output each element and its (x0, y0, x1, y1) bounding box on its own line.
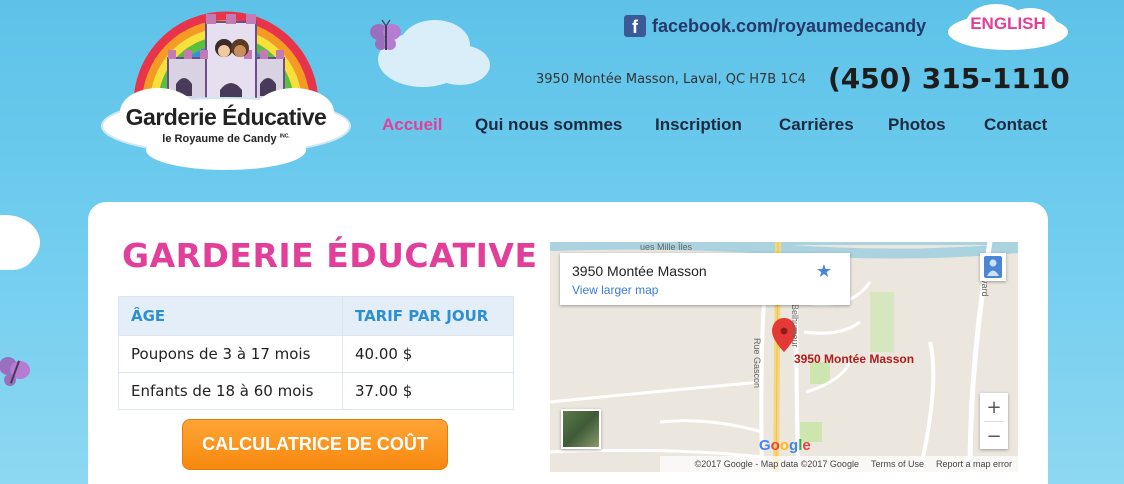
nav-item-accueil[interactable]: Accueil (382, 115, 442, 135)
nav-item-contact[interactable]: Contact (984, 115, 1047, 135)
site-logo[interactable]: Garderie Éducative le Royaume de Candy I… (98, 4, 354, 172)
nav-item-carrieres[interactable]: Carrières (779, 115, 854, 135)
logo-title: Garderie Éducative (125, 104, 327, 130)
street-label: Belhumeur (790, 304, 800, 348)
google-logo: Google (759, 437, 811, 454)
butterfly-icon (370, 19, 401, 50)
street-label: ues Mille Îles (640, 242, 693, 252)
facebook-link[interactable]: f facebook.com/royaumedecandy (624, 15, 926, 37)
embedded-map[interactable]: ues Mille Îles oulevard Rue Gascon Belhu… (550, 242, 1018, 472)
zoom-control: + − (980, 393, 1008, 449)
table-cell: 40.00 $ (342, 335, 514, 373)
street-label: Rue Gascon (752, 338, 762, 389)
zoom-in-button[interactable]: + (980, 393, 1008, 421)
map-pin-label: 3950 Montée Masson (794, 352, 915, 366)
star-icon[interactable]: ★ (816, 261, 832, 282)
table-header-row: ÂGE TARIF PAR JOUR (118, 296, 514, 336)
map-terms-link[interactable]: Terms of Use (871, 459, 924, 469)
zoom-out-button[interactable]: − (980, 422, 1008, 450)
map-info-address: 3950 Montée Masson (572, 263, 707, 279)
view-larger-map-link[interactable]: View larger map (572, 283, 658, 297)
map-info-card: 3950 Montée Masson View larger map ★ (560, 253, 850, 305)
table-row: Enfants de 18 à 60 mois 37.00 $ (118, 372, 514, 410)
nav-item-photos[interactable]: Photos (888, 115, 946, 135)
map-attribution: ©2017 Google - Map data ©2017 Google (694, 459, 859, 469)
column-header-tarif: TARIF PAR JOUR (342, 296, 514, 336)
logo-subtitle: le Royaume de Candy INC. (162, 133, 290, 145)
page-heading: GARDERIE ÉDUCATIVE (122, 236, 538, 275)
map-report-link[interactable]: Report a map error (936, 459, 1012, 469)
nav-item-inscription[interactable]: Inscription (655, 115, 742, 135)
address-text: 3950 Montée Masson, Laval, QC H7B 1C4 (536, 72, 806, 87)
map-footer: ©2017 Google - Map data ©2017 Google Ter… (660, 456, 1018, 472)
table-cell: Enfants de 18 à 60 mois (118, 372, 343, 410)
logo-artwork (101, 11, 351, 170)
satellite-toggle[interactable] (561, 409, 601, 449)
pegman-icon[interactable] (980, 253, 1006, 281)
cost-calculator-button[interactable]: CALCULATRICE DE COÛT (182, 419, 448, 470)
phone-number[interactable]: (450) 315-1110 (828, 62, 1070, 95)
table-cell: 37.00 $ (342, 372, 514, 410)
facebook-link-text: facebook.com/royaumedecandy (652, 15, 927, 36)
butterfly-icon (0, 357, 30, 386)
rates-table: ÂGE TARIF PAR JOUR Poupons de 3 à 17 moi… (118, 296, 514, 410)
column-header-age: ÂGE (118, 296, 343, 336)
table-cell: Poupons de 3 à 17 mois (118, 335, 343, 373)
background-cloud (430, 45, 490, 85)
language-switch-link[interactable]: ENGLISH (948, 14, 1068, 34)
facebook-icon: f (624, 15, 646, 37)
table-row: Poupons de 3 à 17 mois 40.00 $ (118, 335, 514, 373)
nav-item-qui-nous-sommes[interactable]: Qui nous sommes (475, 115, 622, 135)
